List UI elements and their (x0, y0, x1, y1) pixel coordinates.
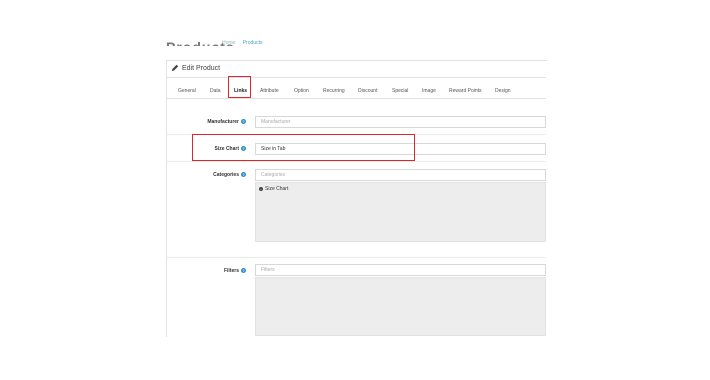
tab-attribute[interactable]: Attribute (260, 88, 279, 94)
category-chip: − Size Chart (259, 186, 289, 192)
pencil-icon (171, 64, 179, 72)
categories-input[interactable]: Categories (255, 169, 546, 181)
tab-discount[interactable]: Discount (358, 88, 377, 94)
row-divider (166, 161, 546, 162)
info-icon: ? (241, 172, 246, 178)
breadcrumb: Home Products (222, 40, 262, 46)
panel-heading: Edit Product (166, 60, 546, 78)
remove-circle-icon[interactable]: − (259, 186, 263, 191)
info-icon: ? (241, 119, 246, 125)
filters-label: Filters? (223, 268, 246, 274)
manufacturer-input[interactable]: Manufacturer (255, 116, 546, 128)
tab-data[interactable]: Data (210, 88, 221, 94)
size-chart-highlight (192, 134, 415, 161)
breadcrumb-home[interactable]: Home (222, 40, 235, 46)
tab-option[interactable]: Option (294, 88, 309, 94)
tab-special[interactable]: Special (392, 88, 408, 94)
breadcrumb-products[interactable]: Products (243, 40, 263, 46)
tab-recurring[interactable]: Recurring (323, 88, 345, 94)
tab-general[interactable]: General (178, 88, 196, 94)
tab-bar: General Data Links Attribute Option Recu… (166, 82, 546, 99)
links-tab-highlight (228, 76, 251, 98)
panel-title: Edit Product (182, 65, 221, 72)
tab-design[interactable]: Design (495, 88, 511, 94)
filters-input[interactable]: Filters (255, 264, 546, 276)
filters-well (255, 277, 546, 336)
categories-well: − Size Chart (255, 182, 546, 242)
tab-image[interactable]: Image (422, 88, 436, 94)
info-icon: ? (241, 268, 246, 274)
categories-label: Categories? (213, 172, 246, 178)
manufacturer-label: Manufacturer? (207, 119, 246, 125)
row-divider (166, 257, 546, 258)
tab-reward-points[interactable]: Reward Points (449, 88, 482, 94)
